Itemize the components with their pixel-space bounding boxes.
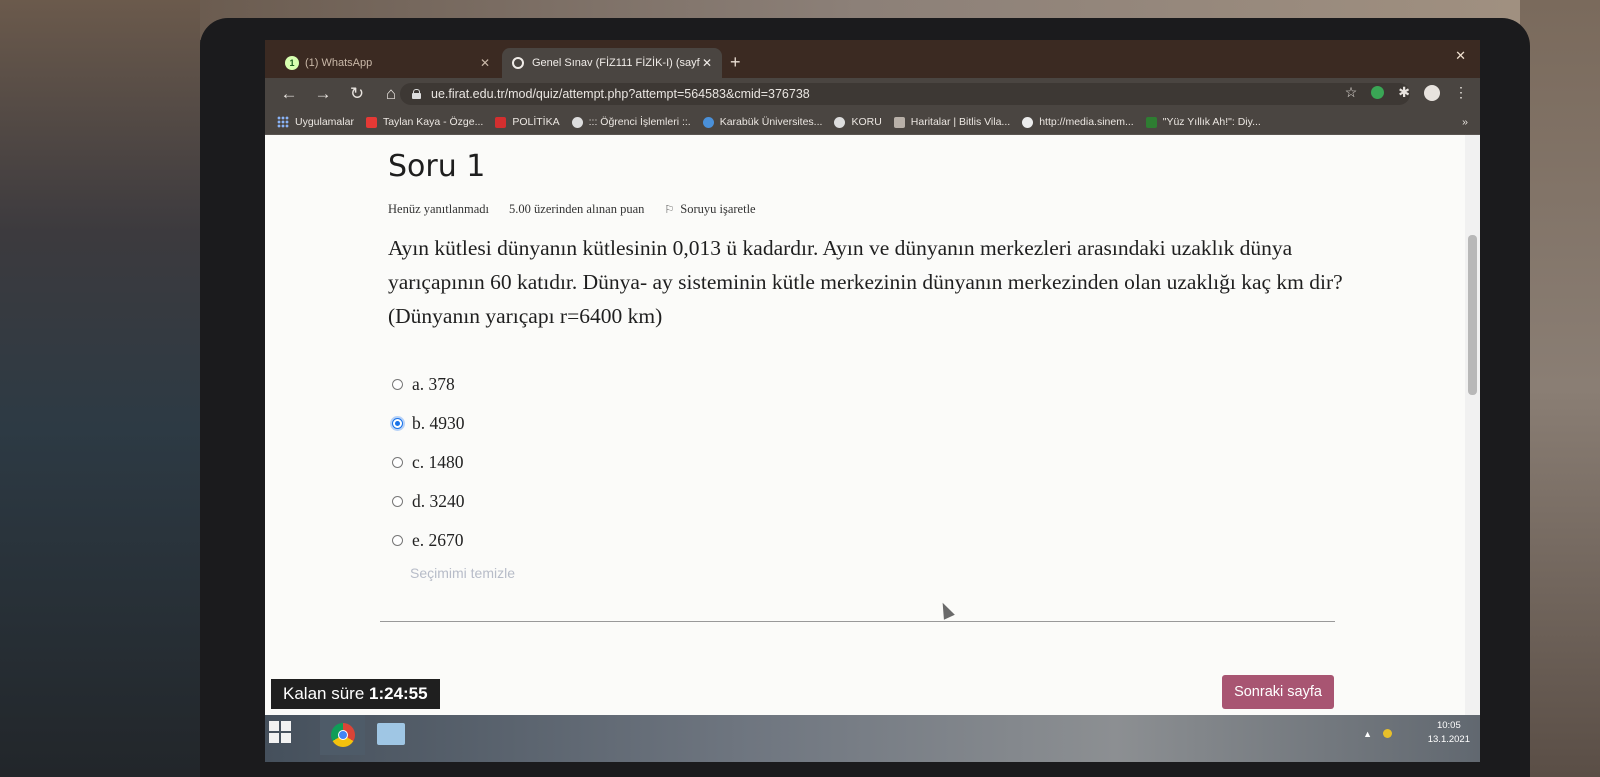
site-icon [702, 116, 714, 128]
flag-icon: ⚐ [664, 204, 675, 216]
close-icon[interactable]: ✕ [480, 56, 490, 70]
bookmark-item[interactable]: Karabük Üniversites... [702, 116, 822, 128]
windows-start-icon[interactable] [269, 721, 291, 743]
answer-option-c[interactable]: c. 1480 [392, 443, 465, 482]
reload-icon[interactable]: ↻ [347, 84, 367, 104]
bookmarks-bar: Uygulamalar Taylan Kaya - Özge... POLİTİ… [265, 110, 1480, 135]
page-scrollbar[interactable] [1465, 135, 1480, 715]
close-icon[interactable]: ✕ [702, 56, 712, 70]
time-remaining: Kalan süre 1:24:55 [271, 679, 440, 709]
profile-avatar-icon[interactable] [1424, 84, 1440, 101]
browser-tab-strip: 1 (1) WhatsApp ✕ Genel Sınav (FİZ111 FİZ… [265, 40, 1480, 78]
tab-quiz[interactable]: Genel Sınav (FİZ111 FİZİK-I) (sayf ✕ [502, 48, 722, 78]
browser-toolbar: ← → ↻ ⌂ ue.firat.edu.tr/mod/quiz/attempt… [265, 78, 1480, 110]
bookmarks-more-icon[interactable]: » [1462, 116, 1468, 128]
question-text: Ayın kütlesi dünyanın kütlesinin 0,013 ü… [388, 236, 1343, 328]
map-icon [893, 116, 905, 128]
back-arrow-icon[interactable]: ← [279, 84, 299, 104]
question-info: Henüz yanıtlanmadı 5.00 üzerinden alınan… [388, 202, 756, 217]
bookmark-item[interactable]: ::: Öğrenci İşlemleri ::. [571, 116, 691, 128]
bar-logo-icon [1145, 116, 1157, 128]
lock-icon [412, 89, 421, 99]
bookmark-item[interactable]: POLİTİKA [495, 116, 560, 128]
bookmark-item[interactable]: KORU [834, 116, 882, 128]
r-logo-icon [495, 116, 507, 128]
laptop-screen: 1 (1) WhatsApp ✕ Genel Sınav (FİZ111 FİZ… [265, 40, 1480, 762]
system-clock[interactable]: 10:05 13.1.2021 [1428, 719, 1470, 747]
tray-app-icon[interactable] [1383, 729, 1392, 738]
menu-dots-icon[interactable]: ⋮ [1454, 84, 1468, 101]
puzzle-icon[interactable]: ✱ [1398, 84, 1410, 101]
tab-title: Genel Sınav (FİZ111 FİZİK-I) (sayf [532, 57, 700, 69]
globe-icon [834, 116, 846, 128]
globe-icon [571, 116, 583, 128]
address-bar[interactable]: ue.firat.edu.tr/mod/quiz/attempt.php?att… [400, 83, 1410, 105]
radio-button[interactable] [392, 379, 403, 390]
answer-option-b[interactable]: b. 4930 [392, 404, 465, 443]
bookmark-item[interactable]: http://media.sinem... [1022, 116, 1134, 128]
divider [380, 621, 1335, 622]
youtube-icon [365, 116, 377, 128]
clear-selection-link[interactable]: Seçimimi temizle [410, 565, 515, 581]
timer-value: 1:24:55 [369, 684, 428, 703]
radio-button-selected[interactable] [392, 418, 403, 429]
answer-option-a[interactable]: a. 378 [392, 365, 465, 404]
url-text: ue.firat.edu.tr/mod/quiz/attempt.php?att… [431, 87, 810, 101]
mouse-cursor-icon [937, 600, 955, 620]
window-close-icon[interactable]: ✕ [1455, 48, 1466, 64]
photo-background-right [1520, 0, 1600, 777]
scrollbar-thumb[interactable] [1468, 235, 1477, 395]
moodle-icon [512, 57, 524, 69]
next-page-button[interactable]: Sonraki sayfa [1222, 675, 1334, 709]
bookmark-item[interactable]: Taylan Kaya - Özge... [365, 116, 483, 128]
quiz-page: Soru 1 Henüz yanıtlanmadı 5.00 üzerinden… [265, 135, 1465, 715]
bookmark-apps[interactable]: Uygulamalar [295, 116, 354, 128]
apps-grid-icon [277, 116, 289, 128]
new-tab-button[interactable]: + [730, 52, 741, 73]
google-icon [1022, 116, 1034, 128]
bookmark-item[interactable]: "Yüz Yıllık Ah!": Diy... [1145, 116, 1261, 128]
extension-icon[interactable] [1371, 86, 1385, 99]
chrome-taskbar-icon[interactable] [320, 715, 365, 755]
radio-button[interactable] [392, 457, 403, 468]
file-explorer-icon[interactable] [377, 723, 405, 745]
question-status: Henüz yanıtlanmadı [388, 202, 490, 216]
flag-question-link[interactable]: ⚐ Soruyu işaretle [664, 202, 755, 217]
tab-whatsapp[interactable]: 1 (1) WhatsApp ✕ [275, 48, 500, 78]
answer-option-e[interactable]: e. 2670 [392, 521, 465, 560]
tab-title: (1) WhatsApp [305, 57, 373, 69]
chrome-icon [330, 723, 355, 747]
answer-option-d[interactable]: d. 3240 [392, 482, 465, 521]
photo-background-left [0, 0, 200, 777]
question-points: 5.00 üzerinden alınan puan [509, 202, 645, 216]
windows-taskbar: ▲ 10:05 13.1.2021 [265, 715, 1480, 762]
answer-options: a. 378 b. 4930 c. 1480 d. 3240 e. 2670 [392, 365, 465, 560]
home-icon[interactable]: ⌂ [381, 84, 401, 104]
question-title: Soru 1 [388, 149, 486, 184]
radio-button[interactable] [392, 496, 403, 507]
whatsapp-icon: 1 [285, 56, 299, 70]
star-icon[interactable]: ☆ [1345, 84, 1358, 101]
radio-button[interactable] [392, 535, 403, 546]
forward-arrow-icon[interactable]: → [313, 84, 333, 104]
bookmark-item[interactable]: Haritalar | Bitlis Vila... [893, 116, 1010, 128]
tray-expand-icon[interactable]: ▲ [1363, 729, 1372, 739]
